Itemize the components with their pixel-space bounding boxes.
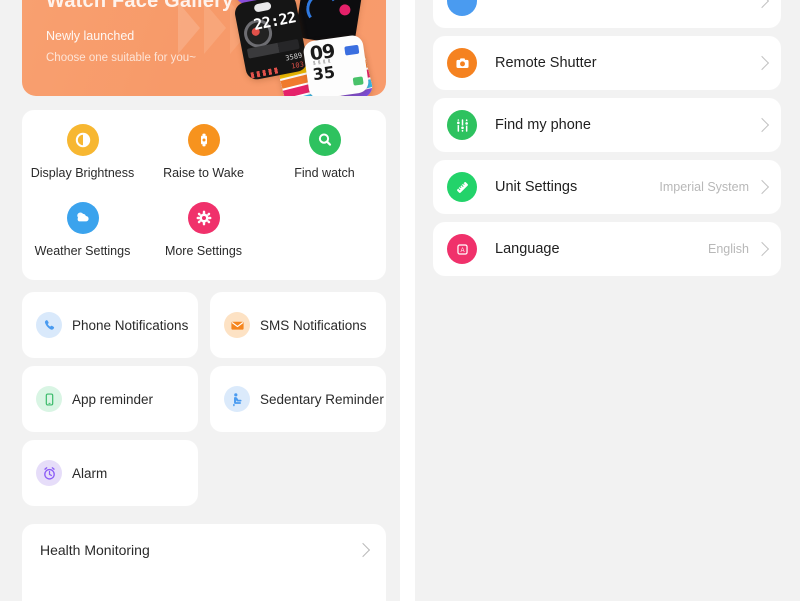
quick-settings-card: Display Brightness Raise to Wake Find wa… (22, 110, 386, 280)
envelope-icon (224, 312, 250, 338)
camera-icon (447, 48, 477, 78)
find-watch-icon (308, 124, 341, 156)
health-monitoring-label: Health Monitoring (40, 542, 150, 558)
tile-sedentary-reminder[interactable]: Sedentary Reminder (210, 366, 386, 432)
quick-setting-more-settings[interactable]: More Settings (143, 202, 264, 280)
quick-setting-raise-to-wake[interactable]: Raise to Wake (143, 124, 264, 202)
partial-icon (447, 0, 477, 16)
settings-row-value: Imperial System (659, 180, 749, 194)
tile-app-reminder[interactable]: App reminder (22, 366, 198, 432)
settings-row-find-my-phone[interactable]: Find my phone (433, 98, 781, 152)
quick-setting-label: Weather Settings (34, 244, 131, 258)
quick-setting-label: Display Brightness (30, 166, 135, 180)
watch-face-dark: 22:22 3589 103 (233, 0, 309, 82)
chevron-right-icon (754, 241, 770, 257)
settings-row-partial[interactable] (433, 0, 781, 28)
quick-setting-label: More Settings (164, 244, 243, 258)
chevron-right-icon (754, 117, 770, 133)
tile-sms-notifications[interactable]: SMS Notifications (210, 292, 386, 358)
quick-setting-label: Find watch (294, 166, 355, 180)
sedentary-icon (224, 386, 250, 412)
settings-list: Remote Shutter Find my phone Unit Settin… (433, 0, 781, 284)
settings-row-label: Unit Settings (495, 179, 578, 195)
notification-tiles: Phone Notifications SMS Notifications Ap… (22, 292, 386, 514)
banner-subtitle-1: Newly launched (46, 29, 135, 43)
watch-face-metric-2: 103 (290, 60, 305, 71)
watch-face-minute: 35 (311, 62, 337, 85)
mobile-app-icon (36, 386, 62, 412)
weather-icon (66, 202, 99, 234)
chevron-right-icon (754, 0, 770, 9)
banner-subtitle-2: Choose one suitable for you~ (46, 52, 196, 64)
brightness-icon (66, 124, 99, 156)
settings-row-value: English (708, 242, 749, 256)
banner-title: Watch Face Gallery (46, 0, 234, 12)
right-panel: Remote Shutter Find my phone Unit Settin… (415, 0, 800, 601)
health-monitoring-row[interactable]: Health Monitoring (22, 524, 386, 576)
health-monitoring-card: Health Monitoring (22, 524, 386, 601)
language-icon: A (447, 234, 477, 264)
phone-icon (36, 312, 62, 338)
quick-setting-weather-settings[interactable]: Weather Settings (22, 202, 143, 280)
tile-row: Alarm (22, 440, 386, 506)
chevron-right-icon (754, 179, 770, 195)
tile-placeholder (210, 440, 386, 506)
watch-face-gallery-banner[interactable]: 22:22 3589 103 09 35 Watch Face Gallery … (22, 0, 386, 96)
chevron-right-icon (754, 55, 770, 71)
gear-icon (187, 202, 220, 234)
panel-divider (400, 0, 415, 601)
app-screen: 22:22 3589 103 09 35 Watch Face Gallery … (0, 0, 800, 601)
tile-alarm[interactable]: Alarm (22, 440, 198, 506)
svg-text:A: A (460, 247, 465, 253)
watch-face-white: 09 35 (302, 34, 370, 96)
chevron-right-icon (355, 542, 371, 558)
tile-label: App reminder (72, 391, 154, 407)
quick-setting-display-brightness[interactable]: Display Brightness (22, 124, 143, 202)
settings-row-label: Remote Shutter (495, 55, 597, 71)
banner-text-block: Watch Face Gallery Newly launched Choose… (46, 0, 233, 66)
quick-setting-placeholder (264, 202, 385, 280)
tile-label: Alarm (72, 465, 108, 481)
tile-label: SMS Notifications (260, 317, 367, 333)
alarm-clock-icon (36, 460, 62, 486)
tile-phone-notifications[interactable]: Phone Notifications (22, 292, 198, 358)
left-panel: 22:22 3589 103 09 35 Watch Face Gallery … (0, 0, 400, 601)
ruler-icon (447, 172, 477, 202)
tile-label: Phone Notifications (72, 317, 189, 333)
settings-row-label: Language (495, 241, 560, 257)
tile-label: Sedentary Reminder (260, 391, 384, 407)
quick-setting-label: Raise to Wake (163, 166, 244, 180)
settings-row-language[interactable]: A Language English (433, 222, 781, 276)
watch-face-thumbnails: 22:22 3589 103 09 35 (226, 0, 386, 96)
settings-row-remote-shutter[interactable]: Remote Shutter (433, 36, 781, 90)
sliders-icon (447, 110, 477, 140)
raise-to-wake-icon (187, 124, 220, 156)
watch-face-time: 22:22 (252, 8, 298, 34)
settings-row-label: Find my phone (495, 117, 591, 133)
quick-setting-find-watch[interactable]: Find watch (264, 124, 385, 202)
settings-row-unit-settings[interactable]: Unit Settings Imperial System (433, 160, 781, 214)
tile-row: App reminder Sedentary Reminder (22, 366, 386, 432)
tile-row: Phone Notifications SMS Notifications (22, 292, 386, 358)
